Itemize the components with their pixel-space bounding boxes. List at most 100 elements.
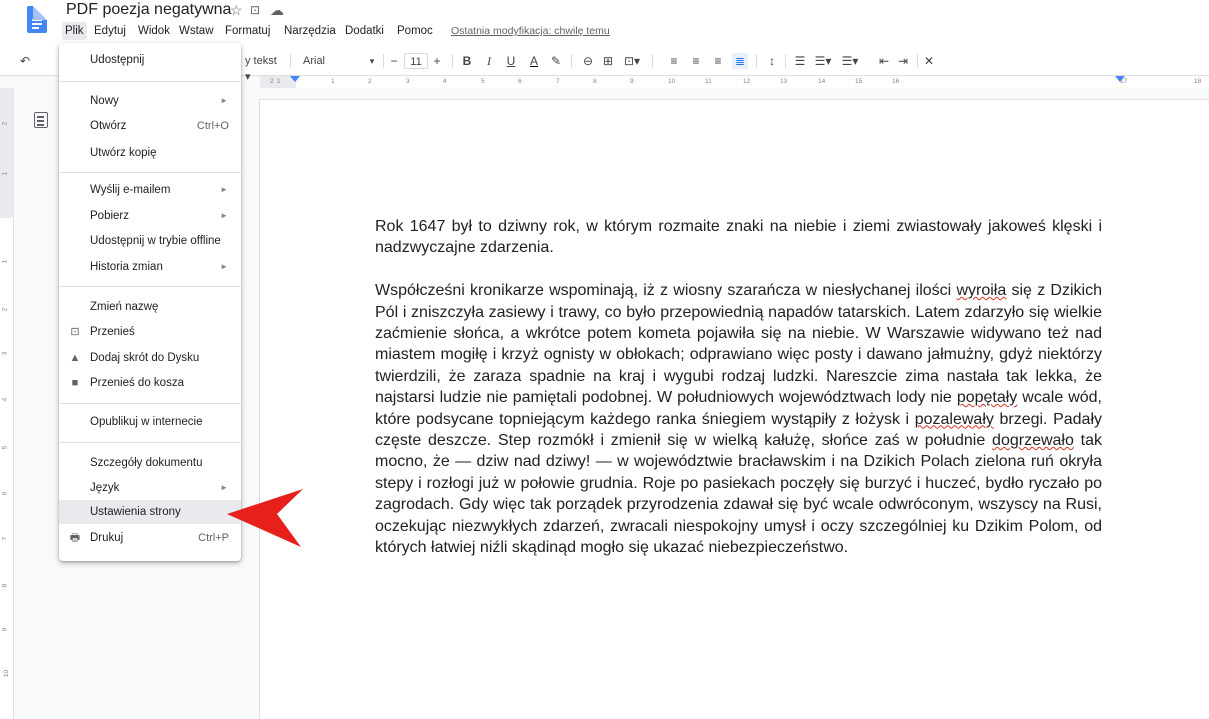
red-arrow-annotation [227, 489, 303, 547]
undo-icon[interactable]: ↶ [18, 53, 32, 69]
spelling-error[interactable]: wyroiła [956, 282, 1006, 299]
ruler-tick: 1 [277, 78, 281, 85]
spelling-error[interactable]: popętały [957, 389, 1018, 406]
spelling-error[interactable]: pozalewały [915, 411, 994, 428]
menu-edytuj[interactable]: Edytuj [91, 22, 129, 40]
menu-item-new[interactable]: Nowy ► [59, 89, 241, 113]
menu-item-share[interactable]: Udostępnij [59, 48, 241, 72]
align-justify-icon[interactable]: ≣ [732, 53, 748, 69]
ruler-tick: 12 [743, 78, 751, 85]
align-right-icon[interactable]: ≡ [711, 53, 725, 69]
folder-move-icon: ⊡ [70, 326, 80, 338]
ruler-tick: 4 [443, 78, 447, 85]
menu-item-page-setup[interactable]: Ustawienia strony [59, 500, 241, 524]
italic-button[interactable]: I [482, 53, 496, 69]
docs-logo-icon[interactable] [27, 6, 47, 33]
menu-item-offline[interactable]: Udostępnij w trybie offline [59, 229, 241, 253]
menu-dodatki[interactable]: Dodatki [342, 22, 387, 40]
menu-item-print[interactable]: 🖶 Drukuj Ctrl+P [59, 526, 241, 550]
chevron-right-icon: ► [220, 211, 228, 220]
menu-narzedzia[interactable]: Narzędzia [281, 22, 339, 40]
star-icon[interactable]: ☆ [230, 2, 243, 19]
menu-item-email[interactable]: Wyślij e-mailem ► [59, 178, 241, 202]
menu-item-copy[interactable]: Utwórz kopię [59, 141, 241, 165]
line-spacing-icon[interactable]: ↕ [765, 53, 779, 69]
cloud-icon: ☁ [270, 2, 284, 18]
chevron-right-icon: ► [220, 262, 228, 271]
left-indent-handle[interactable] [290, 76, 300, 82]
ruler-tick: 13 [780, 78, 788, 85]
checklist-icon[interactable]: ☰ [792, 53, 808, 69]
menu-formatuj[interactable]: Formatuj [222, 22, 273, 40]
font-size-decrease-button[interactable]: − [388, 53, 400, 69]
font-size-increase-button[interactable]: + [431, 53, 443, 69]
menu-plik[interactable]: Plik [62, 22, 87, 40]
menu-item-download[interactable]: Pobierz ► [59, 204, 241, 228]
ruler-tick: 10 [3, 669, 11, 678]
document-body[interactable]: Rok 1647 był to dziwny rok, w którym roz… [375, 216, 1102, 580]
ruler-tick: 10 [668, 78, 676, 85]
ruler-tick: 7 [1, 536, 9, 541]
menu-divider [59, 286, 241, 287]
menu-item-publish[interactable]: Opublikuj w internecie [59, 410, 241, 434]
menu-item-rename[interactable]: Zmień nazwę [59, 295, 241, 319]
chevron-right-icon: ► [220, 185, 228, 194]
folder-icon[interactable]: ⊡ [250, 3, 260, 17]
app-header: PDF poezja negatywna ☆ ⊡ ☁ Plik Edytuj W… [0, 0, 1209, 46]
bold-button[interactable]: B [460, 53, 474, 69]
insert-image-icon[interactable]: ⊡▾ [621, 53, 643, 69]
right-indent-handle[interactable] [1115, 76, 1125, 82]
ruler-tick: 4 [1, 397, 9, 402]
document-title[interactable]: PDF poezja negatywna [66, 1, 231, 19]
font-size-input[interactable]: 11 [404, 53, 428, 69]
chevron-right-icon: ► [220, 96, 228, 105]
last-modified-link[interactable]: Ostatnia modyfikacja: chwilę temu [451, 22, 610, 40]
menu-divider [59, 442, 241, 443]
menu-pomoc[interactable]: Pomoc [394, 22, 436, 40]
document-outline-icon[interactable] [34, 112, 48, 128]
document-page[interactable]: Rok 1647 był to dziwny rok, w którym roz… [260, 100, 1209, 719]
ruler-tick: 15 [855, 78, 863, 85]
comment-icon[interactable]: ⊞ [600, 53, 616, 69]
menu-item-history[interactable]: Historia zmian ► [59, 255, 241, 279]
menu-wstaw[interactable]: Wstaw [176, 22, 217, 40]
spelling-error[interactable]: dogrzewało [992, 432, 1074, 449]
menu-item-language[interactable]: Język ► [59, 476, 241, 500]
menu-divider [59, 81, 241, 82]
menu-item-details[interactable]: Szczegóły dokumentu [59, 451, 241, 475]
text-color-button[interactable]: A [527, 53, 541, 69]
numbered-list-icon[interactable]: ☰▾ [812, 53, 834, 69]
menu-item-drive-shortcut[interactable]: ▲ Dodaj skrót do Dysku [59, 346, 241, 370]
chevron-down-icon[interactable]: ▾ [367, 53, 377, 69]
clear-formatting-icon[interactable]: ✕ [922, 53, 936, 69]
menu-widok[interactable]: Widok [135, 22, 173, 40]
ruler-tick: 7 [556, 78, 560, 85]
ruler-tick: 2 [1, 307, 9, 312]
align-left-icon[interactable]: ≡ [667, 53, 681, 69]
ruler-tick: 11 [705, 78, 712, 85]
ruler-tick: 9 [630, 78, 634, 85]
menu-divider [59, 403, 241, 404]
horizontal-ruler[interactable]: 2 1 1 2 3 4 5 6 7 8 9 10 11 12 13 14 15 … [260, 76, 1209, 88]
ruler-tick: 1 [1, 259, 9, 264]
link-icon[interactable]: ⊖ [580, 53, 596, 69]
ruler-tick: 18 [1194, 78, 1202, 85]
increase-indent-icon[interactable]: ⇥ [896, 53, 910, 69]
font-select[interactable]: Arial [303, 53, 363, 69]
highlight-icon[interactable]: ✎ [549, 53, 563, 69]
menu-item-move[interactable]: ⊡ Przenieś [59, 320, 241, 344]
ruler-tick: 1 [331, 78, 335, 85]
file-menu: Udostępnij Nowy ► Otwórz Ctrl+O Utwórz kop… [59, 43, 241, 561]
bulleted-list-icon[interactable]: ☰▾ [839, 53, 861, 69]
ruler-tick: 2 [270, 78, 274, 85]
trash-icon: ■ [71, 377, 79, 389]
menu-item-open[interactable]: Otwórz Ctrl+O [59, 114, 241, 138]
style-select[interactable]: y tekst ▾ [245, 53, 285, 83]
decrease-indent-icon[interactable]: ⇤ [877, 53, 891, 69]
align-center-icon[interactable]: ≡ [689, 53, 703, 69]
underline-button[interactable]: U [504, 53, 518, 69]
shortcut-label: Ctrl+O [196, 120, 229, 132]
vertical-ruler[interactable]: 2 1 1 2 3 4 5 6 7 8 9 10 [0, 88, 14, 719]
menu-item-trash[interactable]: ■ Przenieś do kosza [59, 371, 241, 395]
ruler-tick: 16 [892, 78, 900, 85]
